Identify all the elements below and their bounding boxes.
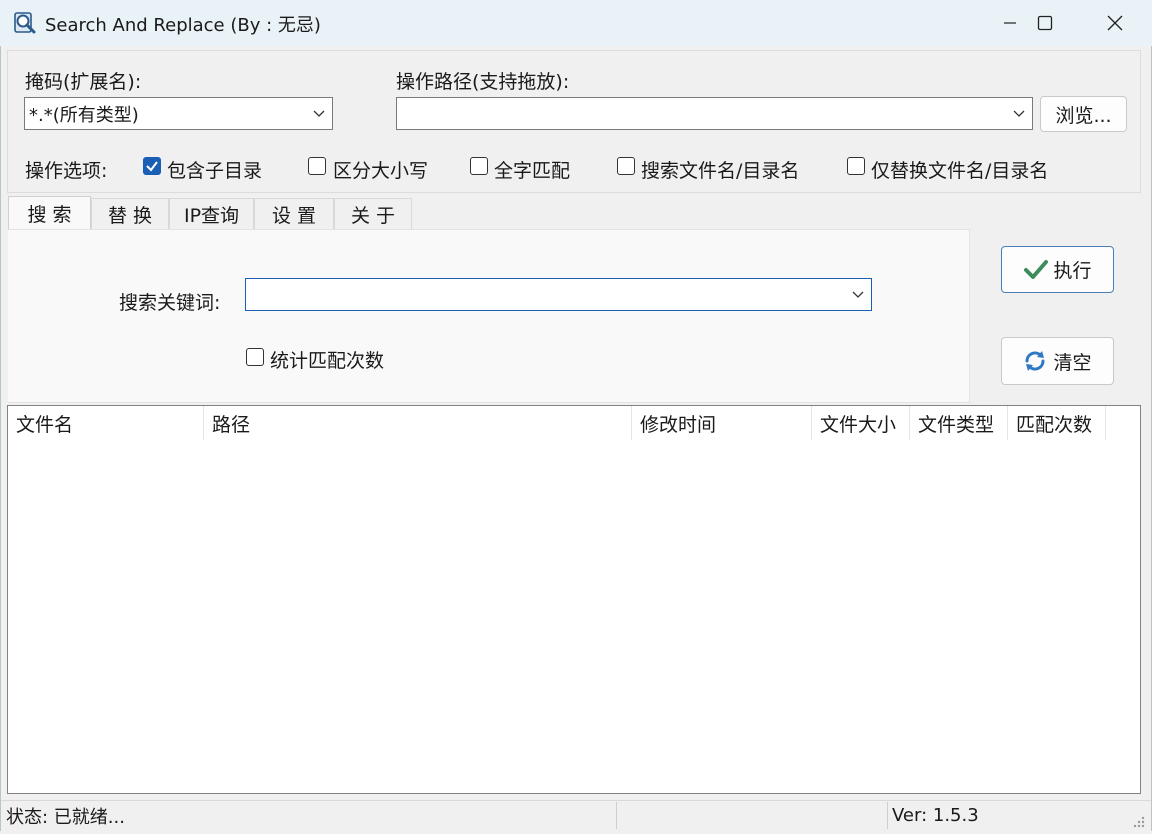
include-subdirs-checkbox[interactable]: [143, 157, 161, 175]
maximize-icon: [1037, 15, 1053, 31]
column-header-match-count[interactable]: 匹配次数: [1008, 406, 1106, 440]
status-text: 状态: 已就绪...: [6, 806, 125, 828]
chevron-down-icon[interactable]: [851, 287, 865, 301]
browse-button[interactable]: 浏览...: [1040, 96, 1127, 132]
window-title: Search And Replace (By : 无忌): [45, 15, 321, 36]
checkmark-icon: [146, 161, 158, 172]
case-sensitive-checkbox[interactable]: [308, 157, 326, 175]
window-border-left: [0, 46, 1, 831]
count-matches-label[interactable]: 统计匹配次数: [270, 346, 384, 373]
keyword-combobox[interactable]: [245, 278, 872, 311]
count-matches-checkbox[interactable]: [246, 348, 264, 366]
status-separator: [887, 802, 888, 829]
tab-replace[interactable]: 替 换: [91, 198, 169, 230]
column-header-filename[interactable]: 文件名: [8, 406, 204, 440]
close-icon: [1107, 15, 1123, 31]
column-header-type[interactable]: 文件类型: [910, 406, 1008, 440]
refresh-icon: [1025, 351, 1045, 371]
tab-settings[interactable]: 设 置: [254, 198, 334, 230]
search-filenames-label[interactable]: 搜索文件名/目录名: [641, 156, 799, 183]
column-header-modified[interactable]: 修改时间: [632, 406, 812, 440]
search-tab-panel: [8, 229, 970, 403]
resize-grip-dots: [1133, 816, 1145, 828]
column-header-path[interactable]: 路径: [204, 406, 632, 440]
mask-combobox[interactable]: *.*(所有类型): [24, 97, 333, 130]
search-filenames-checkbox[interactable]: [617, 157, 635, 175]
chevron-down-icon[interactable]: [1012, 106, 1026, 120]
options-label: 操作选项:: [25, 160, 108, 182]
magnifier-document-icon: [13, 11, 37, 35]
tab-search[interactable]: 搜 索: [8, 196, 91, 230]
keyword-label: 搜索关键词:: [119, 292, 221, 314]
tab-ip-lookup[interactable]: IP查询: [169, 198, 254, 230]
column-header-size[interactable]: 文件大小: [812, 406, 910, 440]
mask-value: *.*(所有类型): [29, 104, 139, 126]
checkmark-icon: [1024, 259, 1049, 279]
path-combobox[interactable]: [396, 97, 1033, 130]
execute-button[interactable]: 执行: [1001, 246, 1114, 293]
clear-label: 清空: [1053, 351, 1092, 374]
replace-filenames-only-checkbox[interactable]: [847, 157, 865, 175]
path-label: 操作路径(支持拖放):: [396, 71, 570, 93]
results-list[interactable]: [7, 405, 1141, 794]
status-separator: [616, 802, 617, 829]
replace-filenames-only-label[interactable]: 仅替换文件名/目录名: [871, 156, 1048, 183]
resize-grip-icon[interactable]: [1130, 812, 1146, 828]
close-button[interactable]: [1080, 0, 1150, 46]
version-text: Ver: 1.5.3: [892, 805, 979, 826]
include-subdirs-label[interactable]: 包含子目录: [167, 156, 262, 183]
tab-about[interactable]: 关 于: [334, 198, 412, 230]
whole-word-label[interactable]: 全字匹配: [494, 156, 570, 183]
execute-label: 执行: [1053, 260, 1092, 282]
clear-button[interactable]: 清空: [1001, 337, 1114, 385]
whole-word-checkbox[interactable]: [470, 157, 488, 175]
maximize-button[interactable]: [1010, 0, 1080, 46]
mask-label: 掩码(扩展名):: [25, 71, 142, 93]
chevron-down-icon[interactable]: [312, 106, 326, 120]
case-sensitive-label[interactable]: 区分大小写: [333, 156, 428, 183]
